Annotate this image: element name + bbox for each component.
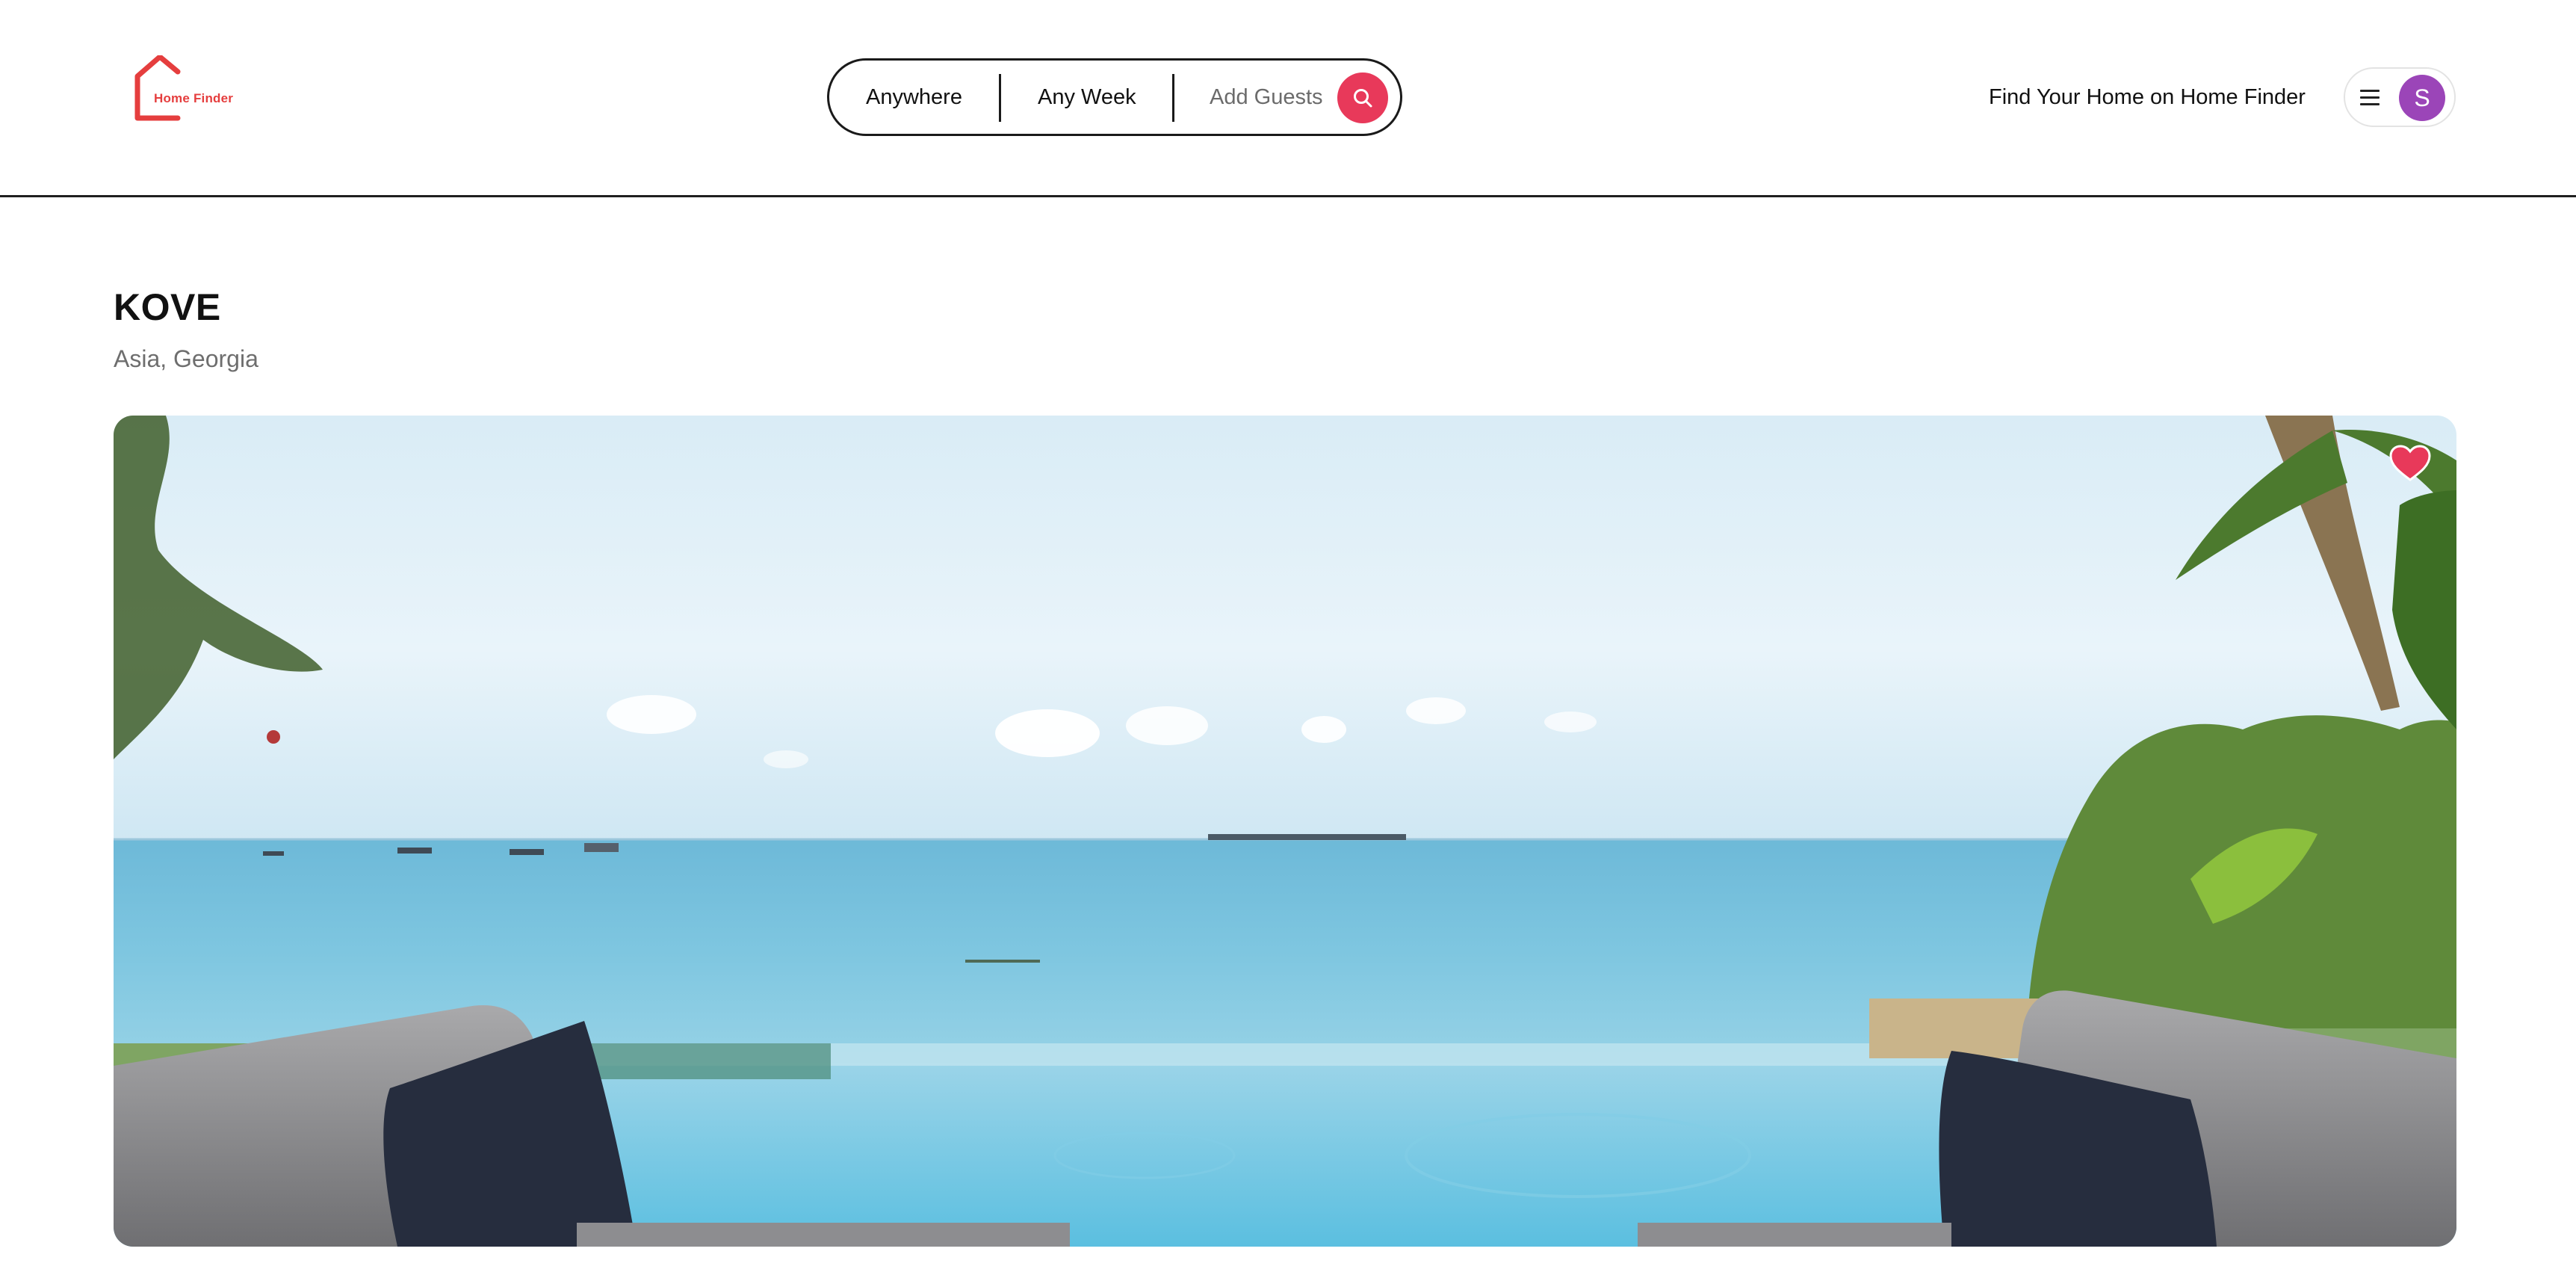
search-button[interactable] [1337,72,1388,123]
dates-filter[interactable]: Any Week [1038,61,1136,134]
user-menu-button[interactable]: S [2344,67,2456,127]
top-navigation-bar: Home Finder Anywhere Any Week Add Guests… [0,0,2576,197]
search-divider [999,74,1001,122]
search-divider [1172,74,1174,122]
logo-text: Home Finder [154,91,234,105]
home-finder-logo[interactable]: Home Finder [133,55,245,123]
guests-filter[interactable]: Add Guests [1210,61,1323,134]
listing-hero-image[interactable] [114,416,2456,1247]
hamburger-icon [2360,90,2381,106]
location-filter[interactable]: Anywhere [866,61,962,134]
avatar: S [2399,75,2445,121]
search-icon [1354,89,1372,108]
favorite-button[interactable] [2388,444,2432,483]
beach-pool-photo [114,416,2456,1247]
house-logo-icon [134,55,181,121]
heart-icon [2389,445,2431,481]
find-your-home-link[interactable]: Find Your Home on Home Finder [1989,79,2306,115]
listing-title: KOVE [114,286,221,328]
listing-location: Asia, Georgia [114,345,258,372]
search-bar[interactable]: Anywhere Any Week Add Guests [827,58,1402,136]
